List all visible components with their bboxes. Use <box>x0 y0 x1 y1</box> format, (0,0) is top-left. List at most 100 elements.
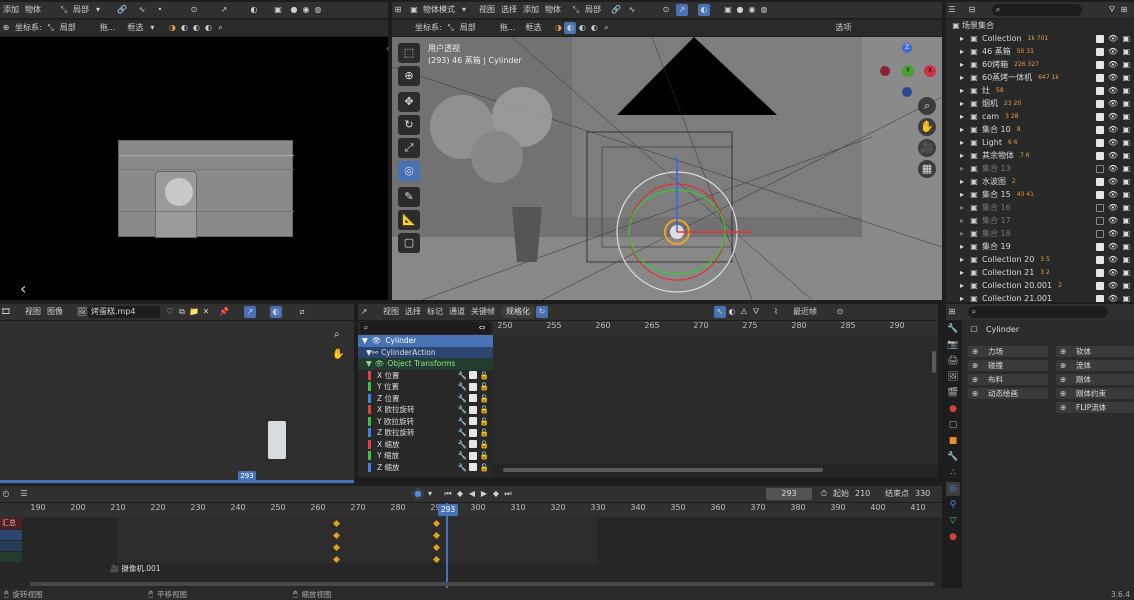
render-camera-icon[interactable]: ▣ <box>1122 203 1130 212</box>
record-icon[interactable]: ● <box>412 488 424 500</box>
modifier-icon[interactable]: 🔧 <box>458 451 467 460</box>
pin-icon[interactable]: 📌 <box>218 306 230 318</box>
lock-icon[interactable]: 🔓 <box>480 371 489 380</box>
menu-select[interactable]: 选择 <box>498 2 520 18</box>
object-channel[interactable] <box>0 530 22 540</box>
snap-icon[interactable]: ∿ <box>626 4 638 16</box>
add-cube-icon[interactable]: ▢ <box>398 233 420 253</box>
shading-solid-icon[interactable]: ◐ <box>564 22 577 34</box>
filter-icon[interactable]: ⛛ <box>750 306 762 318</box>
group-channel[interactable] <box>0 552 22 562</box>
editor-type-icon[interactable]: ⊞ <box>946 306 958 318</box>
physics-button[interactable]: ⊕ 动态绘画 <box>968 388 1048 399</box>
shading-render-icon[interactable]: ◍ <box>758 4 770 16</box>
collapse-arrow-icon[interactable]: ‹ <box>386 44 389 53</box>
eye-icon[interactable]: 👁 <box>1108 255 1118 264</box>
properties-search-input[interactable]: ⌕ <box>968 306 1108 318</box>
channel-checkbox[interactable] <box>469 428 477 437</box>
physics-tab-icon[interactable]: ◎ <box>946 482 960 496</box>
expand-icon[interactable]: ▸ <box>960 216 968 225</box>
eye-icon[interactable]: 👁 <box>1108 112 1118 121</box>
outliner-item[interactable]: ▸ ▣ 集合 13 👁 ▣ <box>946 162 1134 175</box>
end-field[interactable]: 330 <box>912 486 933 502</box>
render-camera-icon[interactable]: ▣ <box>1122 151 1130 160</box>
only-selected-icon[interactable]: ↖ <box>714 306 726 318</box>
play-reverse-icon[interactable]: ◀ <box>466 488 478 500</box>
new-collection-icon[interactable]: ⊞ <box>1118 4 1130 16</box>
select-tool-icon[interactable]: ⬚ <box>398 43 420 63</box>
menu-add[interactable]: 添加 <box>0 2 22 18</box>
exclude-checkbox[interactable] <box>1096 203 1104 212</box>
eye-icon[interactable]: 👁 <box>1108 125 1118 134</box>
outliner-item[interactable]: ▸ ▣ 60蒸烤一体机 647 1k 👁 ▣ <box>946 71 1134 84</box>
expand-icon[interactable]: ▸ <box>960 151 968 160</box>
outliner-item[interactable]: ▸ ▣ 集合 10 8 👁 ▣ <box>946 123 1134 136</box>
shading-solid-icon[interactable]: ● <box>734 4 746 16</box>
expand-icon[interactable]: ▸ <box>960 112 968 121</box>
physics-button[interactable]: ⊕ 流体 <box>1056 360 1134 371</box>
search-icon[interactable]: ⌕ <box>600 22 612 34</box>
render-camera-icon[interactable]: ▣ <box>1122 255 1130 264</box>
modifier-icon[interactable]: 🔧 <box>458 394 467 403</box>
jump-end-icon[interactable]: ⏭ <box>502 488 514 500</box>
outliner-item[interactable]: ▸ ▣ 46 蒸箱 50 31 👁 ▣ <box>946 45 1134 58</box>
render-camera-icon[interactable]: ▣ <box>1122 190 1130 199</box>
outliner-tree[interactable]: ▣ 场景集合 ▸ ▣ Collection 1k 701 👁 ▣ ▸ ▣ 46 蒸箱 50 31 👁… <box>946 19 1134 302</box>
editor-type-icon[interactable]: ↗ <box>358 306 370 318</box>
render-tab-icon[interactable]: 📷 <box>946 338 960 352</box>
scene-tab-icon[interactable]: 🎬 <box>946 386 960 400</box>
hand-icon[interactable]: ✋ <box>918 118 936 136</box>
exclude-checkbox[interactable] <box>1096 177 1104 186</box>
material-tab-icon[interactable]: ● <box>946 530 960 544</box>
shading-material-icon[interactable]: ◐ <box>576 22 588 34</box>
tool-tab-icon[interactable]: 🔧 <box>946 322 960 336</box>
outliner-item[interactable]: ▸ ▣ 60烤箱 226 327 👁 ▣ <box>946 58 1134 71</box>
shading-solid-icon[interactable]: ◐ <box>178 22 190 34</box>
menu-object[interactable]: 物体 <box>542 2 564 18</box>
channel-checkbox[interactable] <box>469 394 477 403</box>
expand-icon[interactable]: ▸ <box>960 138 968 147</box>
render-camera-icon[interactable]: ▣ <box>1122 86 1130 95</box>
refresh-icon[interactable]: ↻ <box>536 306 548 318</box>
render-camera-icon[interactable]: ▣ <box>1122 34 1130 43</box>
menu-marker[interactable]: 标记 <box>424 304 446 320</box>
outliner-item[interactable]: ▸ ▣ 集合 17 👁 ▣ <box>946 214 1134 227</box>
drag-dropdown[interactable]: 拖... <box>497 20 519 36</box>
channel-row[interactable]: X 欧拉旋转 🔧 🔓 <box>358 404 493 416</box>
timeline-frame-ruler[interactable]: 1902002102202302402502602702802903003103… <box>0 503 942 517</box>
outliner-item[interactable]: ▸ ▣ 集合 18 👁 ▣ <box>946 227 1134 240</box>
duplicate-icon[interactable]: ⧉ <box>176 306 188 318</box>
world-tab-icon[interactable]: ● <box>946 402 960 416</box>
orientation-dropdown[interactable]: 局部 <box>582 2 604 18</box>
expand-icon[interactable]: ▸ <box>960 60 968 69</box>
exclude-checkbox[interactable] <box>1096 268 1104 277</box>
gizmo-y[interactable]: Y <box>902 65 914 77</box>
eye-icon[interactable]: 👁 <box>1108 203 1118 212</box>
eye-icon[interactable]: 👁 <box>1108 60 1118 69</box>
channel-row[interactable]: Y 欧拉旋转 🔧 🔓 <box>358 416 493 428</box>
exclude-checkbox[interactable] <box>1096 99 1104 108</box>
mode-dropdown[interactable]: 物体模式 <box>420 2 458 18</box>
modifier-icon[interactable]: 🔧 <box>458 382 467 391</box>
keying-icon[interactable]: ▾ <box>424 488 436 500</box>
pivot-icon[interactable]: 🔗 <box>116 4 128 16</box>
snap-icon[interactable]: ∿ <box>136 4 148 16</box>
menu-view[interactable]: 视图 <box>476 2 498 18</box>
exclude-checkbox[interactable] <box>1096 164 1104 173</box>
render-camera-icon[interactable]: ▣ <box>1122 60 1130 69</box>
snap-dropdown[interactable]: 最近帧 <box>790 304 820 320</box>
channel-row[interactable]: X 位置 🔧 🔓 <box>358 370 493 382</box>
chevron-left-icon[interactable]: ‹ <box>20 279 26 298</box>
expand-icon[interactable]: ▸ <box>960 268 968 277</box>
camera-view-canvas[interactable]: ‹ <box>0 37 388 300</box>
exclude-checkbox[interactable] <box>1096 294 1104 302</box>
shading-material-icon[interactable]: ◉ <box>300 4 312 16</box>
graph-scrollbar[interactable] <box>503 468 823 472</box>
eye-icon[interactable]: 👁 <box>1108 294 1118 302</box>
render-camera-icon[interactable]: ▣ <box>1122 138 1130 147</box>
exclude-checkbox[interactable] <box>1096 73 1104 82</box>
exclude-checkbox[interactable] <box>1096 86 1104 95</box>
eye-icon[interactable]: 👁 <box>1108 47 1118 56</box>
clock-icon[interactable]: ⏱ <box>818 488 830 500</box>
proportional-icon[interactable]: ⊙ <box>834 306 846 318</box>
